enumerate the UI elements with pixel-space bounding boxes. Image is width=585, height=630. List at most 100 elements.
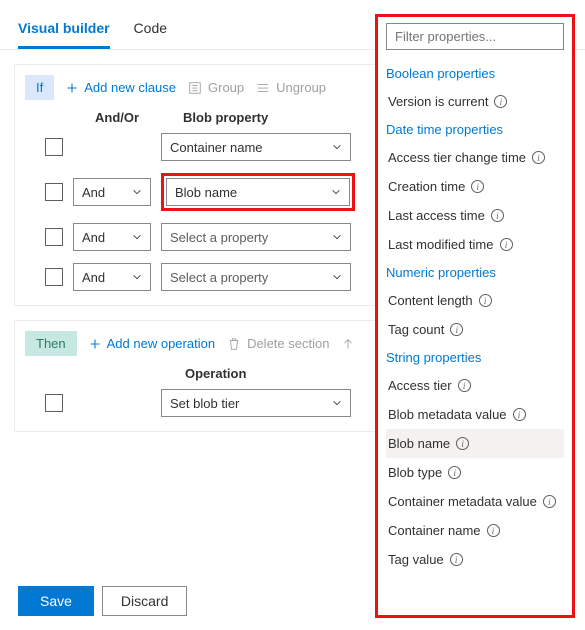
- row-checkbox[interactable]: [45, 394, 63, 412]
- ungroup-button[interactable]: Ungroup: [256, 80, 326, 95]
- chevron-down-icon: [332, 398, 342, 408]
- dropdown-item[interactable]: Blob type i: [386, 458, 564, 487]
- info-icon[interactable]: i: [479, 294, 492, 307]
- operation-value: Set blob tier: [170, 396, 239, 411]
- dropdown-item[interactable]: Last modified time i: [386, 230, 564, 259]
- discard-button[interactable]: Discard: [102, 586, 187, 616]
- dropdown-group-label: Boolean properties: [386, 60, 564, 87]
- property-value: Container name: [170, 140, 263, 155]
- then-pill: Then: [25, 331, 77, 356]
- andor-select[interactable]: And: [73, 263, 151, 291]
- info-icon[interactable]: i: [471, 180, 484, 193]
- row-checkbox[interactable]: [45, 138, 63, 156]
- dropdown-item[interactable]: Blob metadata value i: [386, 400, 564, 429]
- header-andor: And/Or: [95, 110, 183, 125]
- filter-properties-input[interactable]: [386, 23, 564, 50]
- dropdown-item-label: Version is current: [388, 94, 488, 109]
- dropdown-item-label: Access tier change time: [388, 150, 526, 165]
- dropdown-group-label: Date time properties: [386, 116, 564, 143]
- dropdown-item[interactable]: Version is current i: [386, 87, 564, 116]
- dropdown-item-label: Last modified time: [388, 237, 494, 252]
- chevron-down-icon: [132, 232, 142, 242]
- plus-icon: [89, 338, 101, 350]
- dropdown-item-label: Last access time: [388, 208, 485, 223]
- trash-icon: [227, 337, 241, 351]
- dropdown-group-label: String properties: [386, 344, 564, 371]
- property-value: Select a property: [170, 270, 268, 285]
- info-icon[interactable]: i: [448, 466, 461, 479]
- chevron-down-icon: [132, 272, 142, 282]
- delete-section-label: Delete section: [247, 336, 329, 351]
- ungroup-label: Ungroup: [276, 80, 326, 95]
- info-icon[interactable]: i: [456, 437, 469, 450]
- dropdown-item[interactable]: Content length i: [386, 286, 564, 315]
- property-dropdown-panel: Boolean properties Version is current i Dat…: [375, 14, 575, 618]
- dropdown-group-label: Numeric properties: [386, 259, 564, 286]
- group-label: Group: [208, 80, 244, 95]
- info-icon[interactable]: i: [487, 524, 500, 537]
- andor-value: And: [82, 270, 105, 285]
- operation-select[interactable]: Set blob tier: [161, 389, 351, 417]
- info-icon[interactable]: i: [543, 495, 556, 508]
- ungroup-icon: [256, 81, 270, 95]
- delete-section-button[interactable]: Delete section: [227, 336, 329, 351]
- add-clause-label: Add new clause: [84, 80, 176, 95]
- dropdown-item[interactable]: Container metadata valuei: [386, 487, 564, 516]
- arrow-up-icon: [341, 337, 355, 351]
- dropdown-item-label: Blob type: [388, 465, 442, 480]
- dropdown-item[interactable]: Blob name i: [386, 429, 564, 458]
- dropdown-item-label: Content length: [388, 293, 473, 308]
- if-pill: If: [25, 75, 54, 100]
- move-up-button[interactable]: [341, 337, 355, 351]
- chevron-down-icon: [332, 142, 342, 152]
- info-icon[interactable]: i: [513, 408, 526, 421]
- property-value: Select a property: [170, 230, 268, 245]
- tab-code[interactable]: Code: [134, 20, 167, 49]
- info-icon[interactable]: i: [450, 553, 463, 566]
- info-icon[interactable]: i: [458, 379, 471, 392]
- andor-value: And: [82, 230, 105, 245]
- chevron-down-icon: [331, 187, 341, 197]
- group-icon: [188, 81, 202, 95]
- property-select[interactable]: Select a property: [161, 263, 351, 291]
- chevron-down-icon: [132, 187, 142, 197]
- info-icon[interactable]: i: [532, 151, 545, 164]
- dropdown-item-label: Blob metadata value: [388, 407, 507, 422]
- chevron-down-icon: [332, 272, 342, 282]
- property-select[interactable]: Blob name: [166, 178, 350, 206]
- dropdown-item[interactable]: Creation time i: [386, 172, 564, 201]
- dropdown-item-label: Creation time: [388, 179, 465, 194]
- chevron-down-icon: [332, 232, 342, 242]
- info-icon[interactable]: i: [500, 238, 513, 251]
- dropdown-item-label: Access tier: [388, 378, 452, 393]
- dropdown-item-label: Blob name: [388, 436, 450, 451]
- info-icon[interactable]: i: [494, 95, 507, 108]
- property-select[interactable]: Select a property: [161, 223, 351, 251]
- row-checkbox[interactable]: [45, 228, 63, 246]
- row-checkbox[interactable]: [45, 268, 63, 286]
- add-operation-button[interactable]: Add new operation: [89, 336, 215, 351]
- dropdown-item[interactable]: Tag value i: [386, 545, 564, 574]
- andor-value: And: [82, 185, 105, 200]
- dropdown-item-label: Tag value: [388, 552, 444, 567]
- info-icon[interactable]: i: [450, 323, 463, 336]
- dropdown-item-label: Tag count: [388, 322, 444, 337]
- group-button[interactable]: Group: [188, 80, 244, 95]
- dropdown-item[interactable]: Access tier i: [386, 371, 564, 400]
- andor-select[interactable]: And: [73, 223, 151, 251]
- property-value: Blob name: [175, 185, 237, 200]
- andor-select[interactable]: And: [73, 178, 151, 206]
- property-select[interactable]: Container name: [161, 133, 351, 161]
- info-icon[interactable]: i: [491, 209, 504, 222]
- dropdown-item-label: Container name: [388, 523, 481, 538]
- dropdown-item[interactable]: Last access time i: [386, 201, 564, 230]
- tab-visual-builder[interactable]: Visual builder: [18, 20, 110, 49]
- plus-icon: [66, 82, 78, 94]
- save-button[interactable]: Save: [18, 586, 94, 616]
- dropdown-item[interactable]: Access tier change time i: [386, 143, 564, 172]
- dropdown-item[interactable]: Container name i: [386, 516, 564, 545]
- add-operation-label: Add new operation: [107, 336, 215, 351]
- dropdown-item[interactable]: Tag count i: [386, 315, 564, 344]
- add-clause-button[interactable]: Add new clause: [66, 80, 176, 95]
- row-checkbox[interactable]: [45, 183, 63, 201]
